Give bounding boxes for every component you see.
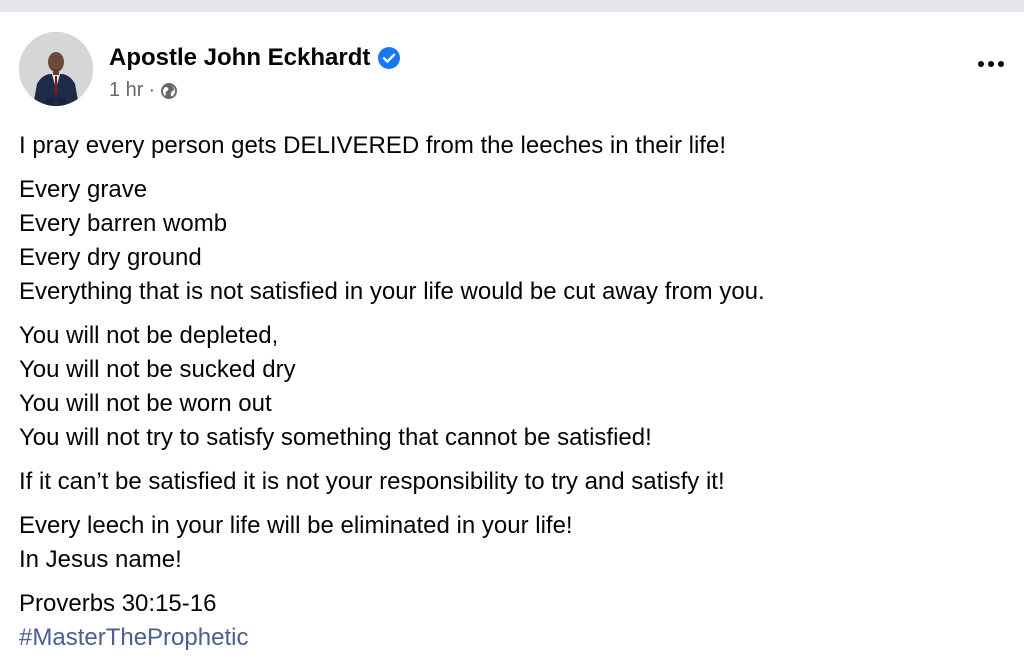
author-name[interactable]: Apostle John Eckhardt	[109, 44, 370, 72]
post-paragraph: Proverbs 30:15-16 #MasterTheProphetic	[19, 587, 1009, 655]
post-paragraph: If it can’t be satisfied it is not your …	[19, 465, 1009, 499]
avatar-image	[19, 32, 93, 106]
more-options-icon[interactable]	[973, 54, 1009, 74]
post-text-line: Everything that is not satisfied in your…	[19, 278, 765, 305]
more-dot	[998, 61, 1004, 67]
post-text-line: You will not try to satisfy something th…	[19, 424, 652, 451]
post-text-line: Proverbs 30:15-16	[19, 590, 217, 617]
facebook-post: Apostle John Eckhardt 1 hr · I pray ever…	[0, 12, 1024, 667]
meta-separator: ·	[148, 79, 156, 101]
post-header: Apostle John Eckhardt 1 hr ·	[19, 32, 1009, 106]
more-dot	[978, 61, 984, 67]
avatar[interactable]	[19, 32, 93, 106]
hashtag-link[interactable]: #MasterTheProphetic	[19, 621, 1009, 655]
author-name-row: Apostle John Eckhardt	[109, 44, 401, 72]
more-dot	[988, 61, 994, 67]
post-text-line: I pray every person gets DELIVERED from …	[19, 132, 726, 159]
top-divider-strip	[0, 0, 1024, 12]
post-text-line: Every leech in your life will be elimina…	[19, 512, 573, 539]
post-text-line: You will not be worn out	[19, 390, 272, 417]
globe-icon[interactable]	[160, 82, 178, 100]
post-meta: 1 hr ·	[109, 79, 178, 102]
post-text-line: Every grave	[19, 176, 148, 203]
post-text-line: You will not be sucked dry	[19, 356, 296, 383]
post-paragraph: You will not be depleted, You will not b…	[19, 319, 1009, 455]
post-text-line: You will not be depleted,	[19, 322, 279, 349]
post-text-line: Every barren womb	[19, 210, 228, 237]
post-body: I pray every person gets DELIVERED from …	[19, 129, 1009, 655]
post-paragraph: I pray every person gets DELIVERED from …	[19, 129, 1009, 163]
post-timestamp[interactable]: 1 hr	[109, 79, 143, 102]
post-text-line: In Jesus name!	[19, 546, 182, 573]
post-paragraph: Every leech in your life will be elimina…	[19, 509, 1009, 577]
post-paragraph: Every grave Every barren womb Every dry …	[19, 173, 1009, 309]
post-text-line: If it can’t be satisfied it is not your …	[19, 468, 725, 495]
verified-badge-icon	[377, 46, 401, 70]
post-text-line: Every dry ground	[19, 244, 202, 271]
